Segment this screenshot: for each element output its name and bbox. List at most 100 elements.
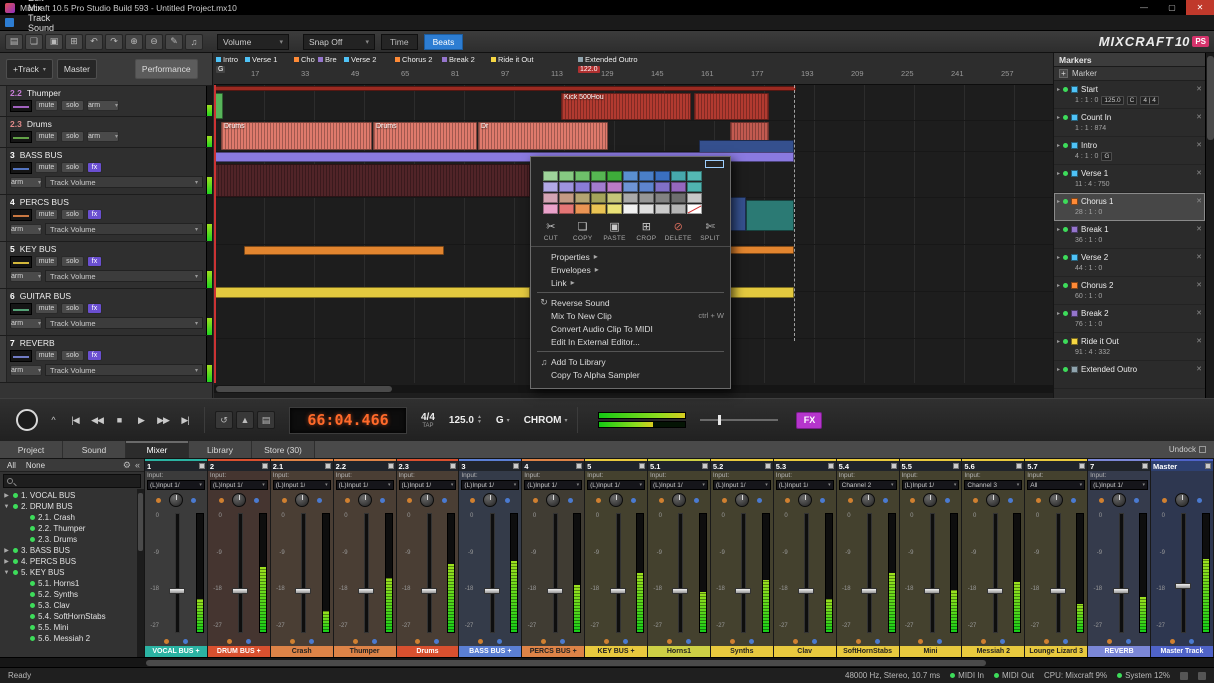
strip-header[interactable]: 2 — [208, 459, 270, 471]
strip-header[interactable]: 2.1 — [271, 459, 333, 471]
strip-label[interactable]: Horns1 — [648, 646, 710, 657]
panel-tab[interactable]: Project — [0, 441, 63, 458]
undock-button[interactable]: Undock — [1169, 445, 1214, 454]
beats-toggle-button[interactable]: Beats — [424, 34, 464, 50]
marker-expand-icon[interactable]: ▸ — [1057, 338, 1060, 345]
expand-bus-icon[interactable]: + — [573, 648, 577, 655]
monitor-indicator[interactable] — [757, 498, 762, 503]
toolbar-icon[interactable]: ⊕ — [125, 34, 143, 50]
context-menu-action[interactable]: ✄ SPLIT — [694, 221, 726, 242]
marker-color-swatch[interactable] — [1071, 86, 1078, 93]
marker-row[interactable]: ▸ Ride it Out ✕ 91 : 4 : 332 — [1054, 333, 1205, 361]
strip-label[interactable]: Mini — [900, 646, 962, 657]
marker-row[interactable]: ▸ Intro ✕ 4 : 1 : 0 G — [1054, 137, 1205, 165]
volume-fader[interactable] — [1041, 511, 1074, 637]
input-select[interactable]: (L)Input 1/ ▾ — [587, 480, 645, 490]
pan-knob[interactable] — [295, 493, 309, 507]
fader-handle[interactable] — [672, 588, 688, 594]
strip-collapse-icon[interactable] — [1142, 463, 1148, 469]
strip-label[interactable]: DRUM BUS+ — [208, 646, 270, 657]
add-marker-button[interactable]: +Marker — [1054, 67, 1205, 81]
record-arm-indicator[interactable] — [722, 498, 727, 503]
track-active-led[interactable] — [30, 537, 35, 542]
track-active-led[interactable] — [30, 614, 35, 619]
delete-marker-icon[interactable]: ✕ — [1196, 113, 1202, 121]
input-select[interactable]: (L)Input 1/ ▾ — [147, 480, 205, 490]
mute-indicator[interactable] — [667, 639, 672, 644]
input-select[interactable]: (L)Input 1/ ▾ — [399, 480, 457, 490]
marker-color-swatch[interactable] — [1071, 198, 1078, 205]
color-swatch[interactable] — [671, 171, 686, 181]
fx-button[interactable]: fx — [87, 256, 102, 267]
color-swatch[interactable] — [559, 193, 574, 203]
strip-collapse-icon[interactable] — [388, 463, 394, 469]
pan-knob[interactable] — [798, 493, 812, 507]
track-volume-select[interactable]: Track Volume▾ — [45, 176, 203, 188]
color-swatch[interactable] — [575, 171, 590, 181]
color-swatch[interactable] — [607, 182, 622, 192]
time-display[interactable]: 66:04.466 — [289, 407, 407, 434]
marker-color-swatch[interactable] — [1071, 170, 1078, 177]
volume-mode-select[interactable]: Volume▾ — [217, 34, 289, 50]
volume-fader[interactable] — [161, 511, 194, 637]
mute-indicator[interactable] — [164, 639, 169, 644]
tree-vscrollbar[interactable] — [137, 489, 144, 657]
mixer-tree-item[interactable]: 5.3. Clav — [0, 600, 144, 611]
delete-marker-icon[interactable]: ✕ — [1196, 253, 1202, 261]
marker-color-swatch[interactable] — [1071, 338, 1078, 345]
strip-collapse-icon[interactable] — [325, 463, 331, 469]
strip-collapse-icon[interactable] — [891, 463, 897, 469]
marker-expand-icon[interactable]: ▸ — [1057, 114, 1060, 121]
context-menu-action[interactable]: ❏ COPY — [567, 221, 599, 242]
input-select[interactable]: Channel 3 ▾ — [964, 480, 1022, 490]
color-swatch[interactable] — [623, 204, 638, 214]
solo-button[interactable]: solo — [61, 256, 84, 267]
pan-knob[interactable] — [169, 493, 183, 507]
audio-clip[interactable] — [730, 246, 794, 254]
mute-button[interactable]: mute — [35, 100, 58, 111]
transport-button[interactable]: ◀◀ — [88, 411, 106, 429]
marker-row[interactable]: ▸ Count In ✕ 1 : 1 : 874 — [1054, 109, 1205, 137]
monitor-indicator[interactable] — [1197, 498, 1202, 503]
context-menu-item[interactable]: Link ▸ — [531, 276, 730, 289]
tree-expand-icon[interactable]: ▶ — [3, 547, 10, 554]
tree-expand-icon[interactable]: ▼ — [3, 570, 10, 576]
strip-collapse-icon[interactable] — [953, 463, 959, 469]
marker-row[interactable]: ▸ Start ✕ 1 : 1 : 0 125.0 C 4 | 4 — [1054, 81, 1205, 109]
monitor-indicator[interactable] — [568, 498, 573, 503]
strip-label[interactable]: Lounge Lizard 3 — [1025, 646, 1087, 657]
context-menu-item[interactable]: Convert Audio Clip To MIDI — [531, 322, 730, 335]
color-swatch[interactable] — [639, 182, 654, 192]
record-arm-indicator[interactable] — [533, 498, 538, 503]
panel-tab[interactable]: Library — [189, 441, 252, 458]
toolbar-icon[interactable]: ↶ — [85, 34, 103, 50]
context-menu-item[interactable]: Envelopes ▸ — [531, 263, 730, 276]
pan-knob[interactable] — [232, 493, 246, 507]
volume-fader[interactable] — [790, 511, 823, 637]
strip-collapse-icon[interactable] — [1016, 463, 1022, 469]
strip-collapse-icon[interactable] — [513, 463, 519, 469]
transport-button[interactable]: ■ — [110, 411, 128, 429]
scrollbar-thumb[interactable] — [146, 660, 986, 666]
marker-expand-icon[interactable]: ▸ — [1057, 86, 1060, 93]
mixer-tree-item[interactable]: 5.2. Synths — [0, 589, 144, 600]
marker-color-swatch[interactable] — [1071, 310, 1078, 317]
context-menu-item[interactable]: ↻ Reverse Sound — [531, 296, 730, 309]
context-menu-item[interactable]: ♫ Add To Library — [531, 355, 730, 368]
solo-indicator[interactable] — [623, 639, 628, 644]
audio-clip[interactable]: Drums — [221, 122, 372, 150]
fader-handle[interactable] — [798, 588, 814, 594]
strip-header[interactable]: 2.2 — [334, 459, 396, 471]
strip-collapse-icon[interactable] — [765, 463, 771, 469]
color-swatch[interactable] — [671, 204, 686, 214]
record-arm-indicator[interactable] — [659, 498, 664, 503]
mute-indicator[interactable] — [730, 639, 735, 644]
color-swatch[interactable] — [639, 204, 654, 214]
fader-handle[interactable] — [1050, 588, 1066, 594]
delete-marker-icon[interactable]: ✕ — [1196, 281, 1202, 289]
delete-marker-icon[interactable]: ✕ — [1196, 365, 1202, 373]
solo-indicator[interactable] — [1000, 639, 1005, 644]
mixer-tree-item[interactable]: ▶ 4. PERCS BUS — [0, 556, 144, 567]
strip-header[interactable]: Master — [1151, 459, 1213, 471]
strip-collapse-icon[interactable] — [1205, 463, 1211, 469]
